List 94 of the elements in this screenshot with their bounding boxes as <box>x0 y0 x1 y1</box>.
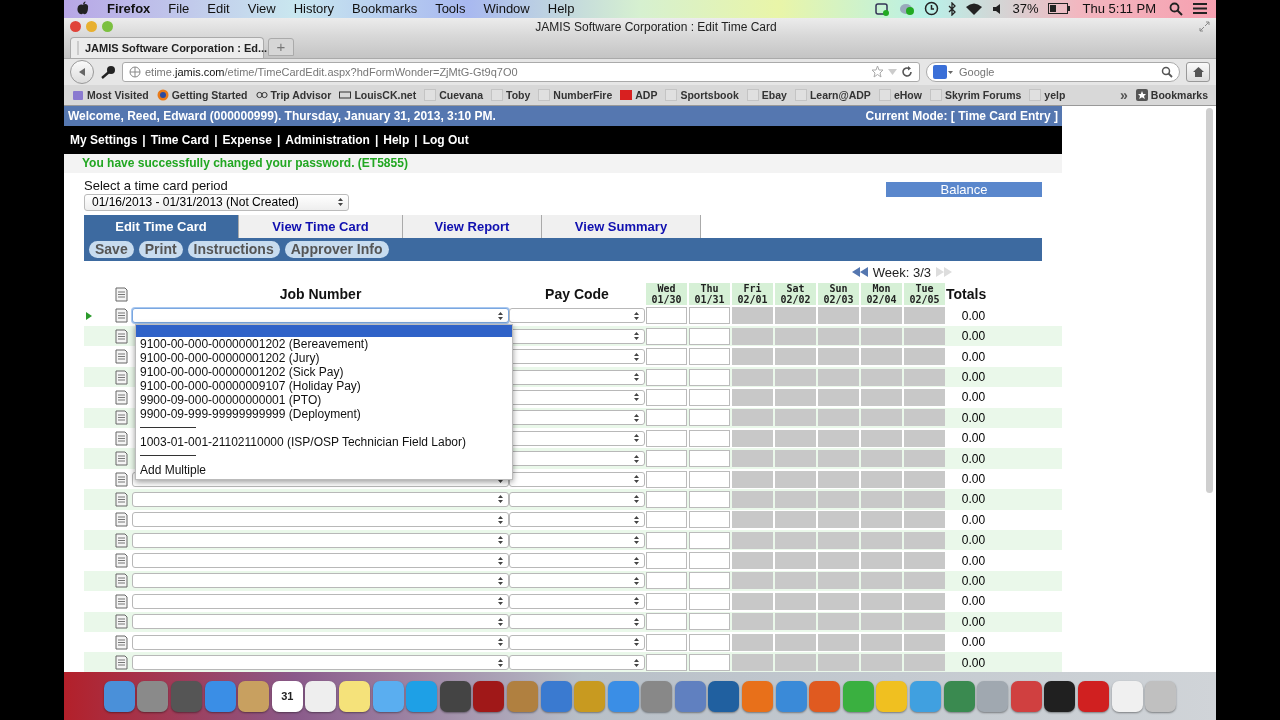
dropdown-option[interactable]: 9100-00-000-00000009107 (Holiday Pay) <box>136 378 512 393</box>
success-message: You have successfully changed your password. (ET5855) <box>82 156 408 171</box>
bookmark-item[interactable]: LouisCK.net <box>335 88 421 101</box>
row-total: 0.00 <box>960 410 987 425</box>
menu-item[interactable]: Help <box>538 1 584 17</box>
bookmark-item[interactable]: Trip Advisor <box>251 88 336 101</box>
bookmark-item[interactable]: Getting Started <box>152 88 252 101</box>
period-label: Select a time card period <box>84 177 229 193</box>
dropdown-option[interactable]: Add Multiple <box>136 462 512 477</box>
row-total: 0.00 <box>960 431 987 446</box>
row-total: 0.00 <box>960 329 987 344</box>
tab[interactable]: View Summary <box>542 214 701 238</box>
bookmark-item[interactable]: Learn@ADP <box>790 88 875 101</box>
menubar-clock[interactable]: Thu 5:11 PM <box>1078 1 1160 17</box>
dropdown-option[interactable]: 9100-00-000-00000001202 (Bereavement) <box>136 336 512 351</box>
row-total: 0.00 <box>960 390 987 405</box>
action-button[interactable]: Save <box>89 240 134 258</box>
nav-separator: | <box>214 132 218 147</box>
row-total: 0.00 <box>960 533 987 548</box>
menu-item[interactable]: Edit <box>198 1 239 17</box>
nav-link[interactable]: Time Card <box>150 132 210 147</box>
row-total: 0.00 <box>960 655 987 670</box>
menu-item[interactable]: Tools <box>426 1 475 17</box>
column-header: Job Number <box>278 286 363 303</box>
balance-button[interactable]: Balance <box>886 181 1042 197</box>
nav-separator: | <box>374 132 379 147</box>
bookmark-item[interactable]: NumberFire <box>534 88 617 101</box>
bookmark-item[interactable]: Sportsbook <box>661 88 743 101</box>
app-menu[interactable]: Firefox <box>98 1 160 17</box>
day-header: Fri 02/01 <box>732 283 773 306</box>
day-header: Sat 02/02 <box>775 283 816 306</box>
action-button[interactable]: Instructions <box>187 240 280 258</box>
dropdown-option[interactable]: 9100-00-000-00000001202 (Sick Pay) <box>136 364 512 379</box>
day-header: Tue 02/05 <box>904 283 945 306</box>
week-label: Week: 3/3 <box>872 264 931 280</box>
action-button[interactable]: Print <box>138 240 183 258</box>
row-total: 0.00 <box>960 573 987 588</box>
tab[interactable]: View Report <box>403 214 542 238</box>
bookmark-item[interactable]: Ebay <box>742 88 791 101</box>
nav-link[interactable]: Expense <box>222 132 272 147</box>
bookmark-item[interactable]: ADP <box>616 88 662 101</box>
row-total: 0.00 <box>960 553 987 568</box>
tab[interactable]: View Time Card <box>239 214 403 238</box>
dock-app-icon[interactable]: 31 <box>271 680 303 712</box>
search-box[interactable]: Google <box>926 61 1180 82</box>
row-total: 0.00 <box>960 614 987 629</box>
menu-item[interactable]: View <box>238 1 285 17</box>
tab[interactable]: Edit Time Card <box>84 214 239 238</box>
column-header: Pay Code <box>544 286 610 303</box>
day-header: Thu 01/31 <box>689 283 730 306</box>
address-bar[interactable]: etime.jamis.com/etime/TimeCardEdit.aspx?hdFormWonder=ZjMtG-Gt9q7O0 <box>122 61 920 82</box>
window-title: JAMIS Software Corporation : Edit Time Card <box>534 19 778 34</box>
menu-item[interactable]: History <box>284 1 344 17</box>
nav-link[interactable]: Help <box>383 132 410 147</box>
nav-separator: | <box>276 132 281 147</box>
row-total: 0.00 <box>960 451 987 466</box>
row-total: 0.00 <box>960 349 987 364</box>
bookmark-item[interactable]: Cuevana <box>420 88 487 101</box>
row-total: 0.00 <box>960 472 987 486</box>
action-button[interactable]: Approver Info <box>284 240 389 258</box>
day-header: Mon 02/04 <box>861 283 902 306</box>
row-total: 0.00 <box>960 492 987 507</box>
row-total: 0.00 <box>960 594 987 609</box>
bookmark-item[interactable]: Skyrim Forums <box>925 88 1026 101</box>
row-total: 0.00 <box>960 370 987 385</box>
bookmark-item[interactable]: eHow <box>874 88 926 101</box>
dropdown-option[interactable]: 9900-09-000-00000000001 (PTO) <box>136 392 512 407</box>
row-total: 0.00 <box>960 635 987 650</box>
nav-link[interactable]: Log Out <box>422 132 469 147</box>
menu-item[interactable]: Window <box>474 1 539 17</box>
nav-link[interactable]: Administration <box>285 132 370 147</box>
row-total: 0.00 <box>960 512 987 527</box>
search-input[interactable]: Google <box>957 64 1157 79</box>
menu-item[interactable]: File <box>159 1 199 17</box>
bookmark-item[interactable]: Most Visited <box>68 88 153 101</box>
overflow-chevron[interactable]: » <box>1120 86 1128 103</box>
bookmark-item[interactable]: Toby <box>487 88 535 101</box>
bookmarks-menu[interactable]: Bookmarks <box>1131 88 1212 101</box>
bookmark-item[interactable]: yelp <box>1025 88 1070 101</box>
menu-item[interactable]: Bookmarks <box>343 1 427 17</box>
dropdown-option[interactable]: 9100-00-000-00000001202 (Jury) <box>136 350 512 365</box>
nav-separator: | <box>142 132 146 147</box>
current-mode: Current Mode: [ Time Card Entry ] <box>865 108 1058 123</box>
battery-percent[interactable]: 37% <box>1012 1 1039 17</box>
dropdown-option[interactable]: 1003-01-001-21102110000 (ISP/OSP Technician Field Labor) <box>136 434 512 449</box>
welcome-text: Welcome, Reed, Edward (000000999). Thursday, January 31, 2013, 3:10 PM. <box>68 108 496 123</box>
nav-separator: | <box>414 132 418 147</box>
row-total: 0.00 <box>960 308 987 323</box>
day-header: Wed 01/30 <box>646 283 687 306</box>
column-header: Totals <box>946 286 988 303</box>
dropdown-option[interactable]: 9900-09-999-99999999999 (Deployment) <box>136 406 512 421</box>
nav-link[interactable]: My Settings <box>70 132 138 147</box>
period-select[interactable]: 01/16/2013 - 01/31/2013 (Not Created) <box>84 193 349 211</box>
day-header: Sun 02/03 <box>818 283 859 306</box>
